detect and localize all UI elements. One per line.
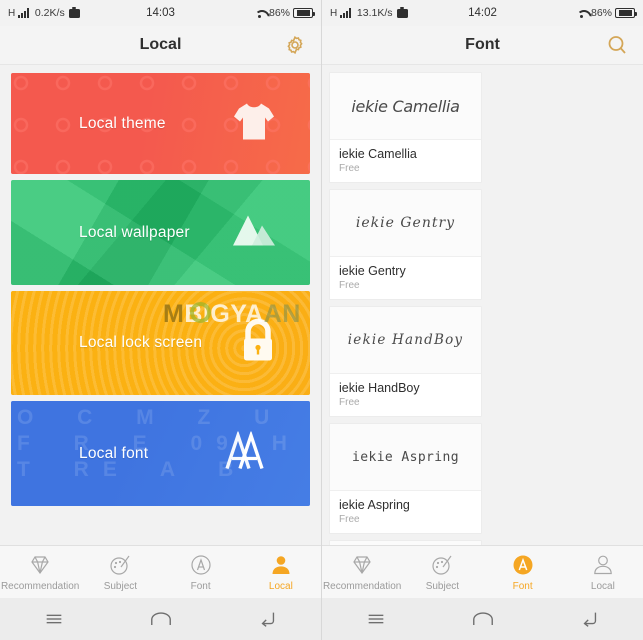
card-label: Local wallpaper	[79, 223, 190, 241]
palette-icon	[108, 553, 132, 577]
left-phone-screen: H 0.2K/s 14:03 86% Local Local theme Loc…	[0, 0, 321, 640]
font-meta: iekie Camellia Free	[330, 140, 481, 182]
card-local-font[interactable]: O C M Z U F R E 09 H T RE A B Local font	[11, 401, 310, 506]
tab-label: Local	[268, 580, 293, 592]
menu-icon[interactable]	[322, 608, 429, 630]
font-preview: iekie Gentry	[330, 190, 481, 257]
font-meta: iekie Gentry Free	[330, 257, 481, 299]
tab-label: Subject	[425, 580, 460, 592]
card-label: Local lock screen	[79, 334, 203, 351]
dual-screenshot: H 0.2K/s 14:03 86% Local Local theme Loc…	[0, 0, 643, 640]
tab-label: Local	[590, 580, 615, 592]
tab-local[interactable]: Local	[563, 553, 643, 592]
android-nav-bar	[322, 598, 643, 640]
font-meta: iekie Aspring Free	[330, 491, 481, 533]
wifi-icon	[254, 9, 266, 18]
status-bar: H 0.2K/s 14:03 86%	[0, 0, 321, 26]
gear-icon[interactable]	[283, 33, 307, 57]
palette-icon	[430, 553, 454, 577]
tab-font[interactable]: Font	[483, 553, 563, 592]
back-icon[interactable]	[536, 609, 643, 629]
tab-subject[interactable]: Subject	[80, 553, 160, 592]
tab-label: Recommendation	[322, 580, 402, 592]
tshirt-icon	[230, 99, 278, 148]
tab-font[interactable]: Font	[161, 553, 241, 592]
font-preview: iekie Aspring	[330, 424, 481, 491]
mountain-icon	[230, 212, 278, 253]
title-bar: Font	[322, 26, 643, 65]
tab-label: Font	[512, 580, 533, 592]
status-right: 86%	[254, 7, 315, 19]
font-preview: iekie HandBoy	[330, 307, 481, 374]
font-card[interactable]: iekie Gentry iekie Gentry Free	[329, 189, 482, 300]
card-label: Local font	[79, 444, 149, 462]
person-icon	[269, 553, 293, 577]
right-phone-screen: H 13.1K/s 14:02 86% Font iekie Camellia i…	[321, 0, 643, 640]
tab-label: Recommendation	[0, 580, 80, 592]
card-local-wallpaper[interactable]: Local wallpaper	[11, 180, 310, 285]
battery-percent-label: 86%	[268, 7, 290, 19]
font-card[interactable]: iekie Camellia iekie Camellia Free	[329, 72, 482, 183]
font-name: iekie HandBoy	[339, 381, 420, 395]
font-price: Free	[339, 397, 360, 408]
tab-subject[interactable]: Subject	[402, 553, 482, 592]
font-preview: iekie Camellia	[330, 73, 481, 140]
page-title: Local	[139, 36, 182, 53]
lock-icon	[238, 318, 278, 369]
wifi-icon	[576, 9, 588, 18]
tab-recommendation[interactable]: Recommendation	[322, 553, 402, 592]
person-icon	[591, 553, 615, 577]
font-grid: iekie Camellia iekie Camellia Free iekie Ge…	[322, 65, 643, 550]
title-bar: Local	[0, 26, 321, 65]
circle-a-icon	[189, 553, 213, 577]
font-price: Free	[339, 163, 360, 174]
card-label: Local theme	[79, 114, 166, 132]
tab-local[interactable]: Local	[241, 553, 321, 592]
diamond-icon	[28, 553, 52, 577]
font-name: iekie Aspring	[339, 498, 410, 512]
back-icon[interactable]	[214, 609, 321, 629]
bottom-tab-bar: Recommendation Subject Font Local	[0, 545, 321, 598]
battery-icon	[293, 8, 315, 18]
font-card[interactable]: iekie HandBoy iekie HandBoy Free	[329, 306, 482, 417]
tab-label: Font	[190, 580, 211, 592]
battery-icon	[615, 8, 637, 18]
tab-recommendation[interactable]: Recommendation	[0, 553, 80, 592]
double-a-icon	[224, 429, 278, 476]
local-category-cards: Local theme Local wallpaper Local lock s…	[0, 65, 321, 506]
search-icon[interactable]	[605, 33, 629, 57]
card-local-lock-screen[interactable]: Local lock screen	[11, 291, 310, 395]
bottom-tab-bar: Recommendation Subject Font Local	[322, 545, 643, 598]
home-icon[interactable]	[429, 610, 536, 629]
font-meta: iekie HandBoy Free	[330, 374, 481, 416]
page-title: Font	[465, 36, 500, 53]
font-name: iekie Camellia	[339, 147, 417, 161]
android-nav-bar	[0, 598, 321, 640]
home-icon[interactable]	[107, 610, 214, 629]
diamond-icon	[350, 553, 374, 577]
menu-icon[interactable]	[0, 608, 107, 630]
font-card[interactable]: iekie Aspring iekie Aspring Free	[329, 423, 482, 534]
card-local-theme[interactable]: Local theme	[11, 73, 310, 174]
font-name: iekie Gentry	[339, 264, 406, 278]
status-right: 86%	[576, 7, 637, 19]
font-price: Free	[339, 514, 360, 525]
circle-a-icon	[511, 553, 535, 577]
font-price: Free	[339, 280, 360, 291]
tab-label: Subject	[103, 580, 138, 592]
status-bar: H 13.1K/s 14:02 86%	[322, 0, 643, 26]
battery-percent-label: 86%	[590, 7, 612, 19]
